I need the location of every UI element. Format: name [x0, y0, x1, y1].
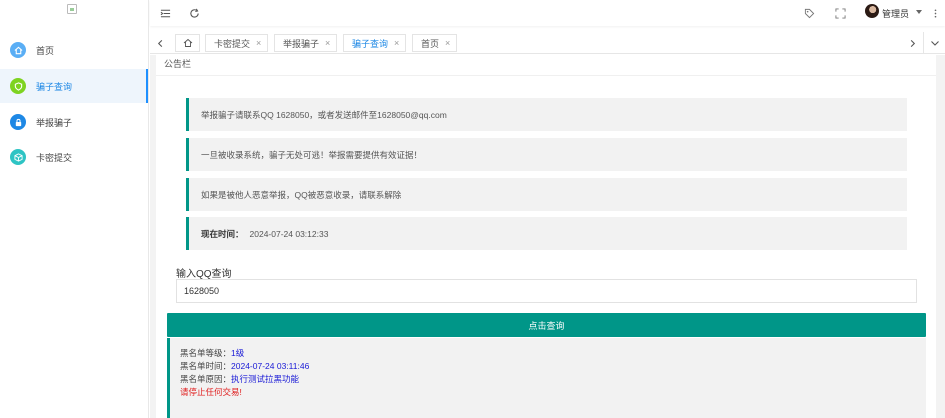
current-time-value: 2024-07-24 03:12:33 [249, 228, 329, 239]
notice-panel: 公告栏 举报骗子请联系QQ 1628050，或者发送邮件至1628050@qq.… [156, 55, 936, 418]
notice-text: 如果是被他人恶意举报，QQ被恶意收录，请联系解除 [201, 189, 402, 200]
divider [156, 75, 936, 76]
chevron-left-icon[interactable] [153, 36, 167, 50]
close-icon[interactable]: × [256, 38, 261, 48]
sidebar-item-label: 卡密提交 [36, 152, 73, 163]
close-icon[interactable]: × [325, 38, 330, 48]
close-icon[interactable]: × [445, 38, 450, 48]
query-result: 黑名单等级：1级 黑名单时间：2024-07-24 03:11:46 黑名单原因… [167, 338, 926, 418]
result-reason-value: 执行测试拉黑功能 [231, 374, 300, 384]
result-time-key: 黑名单时间： [180, 361, 232, 371]
tab-label: 卡密提交 [214, 38, 251, 49]
more-vertical-icon[interactable] [928, 6, 942, 20]
menu-fold-icon[interactable] [158, 6, 172, 20]
fullscreen-icon[interactable] [833, 6, 847, 20]
caret-down-icon[interactable] [916, 10, 922, 14]
query-button[interactable]: 点击查询 [167, 313, 926, 337]
sidebar: 首页 骗子查询 举报骗子 卡密提交 [0, 0, 149, 418]
result-level-row: 黑名单等级：1级 [180, 347, 926, 360]
result-reason-row: 黑名单原因：执行测试拉黑功能 [180, 373, 926, 386]
tab-label: 举报骗子 [283, 38, 320, 49]
result-reason-key: 黑名单原因： [180, 374, 232, 384]
home-icon [183, 38, 192, 47]
chevron-right-icon[interactable] [905, 36, 919, 50]
result-time-row: 黑名单时间：2024-07-24 03:11:46 [180, 360, 926, 373]
panel-title: 公告栏 [164, 59, 192, 69]
sidebar-item-label: 骗子查询 [36, 81, 73, 92]
lock-icon [10, 114, 26, 130]
sidebar-item-card-submit[interactable]: 卡密提交 [0, 140, 148, 174]
top-bar: 管理员 [150, 0, 945, 26]
avatar[interactable] [865, 4, 879, 18]
notice-item: 一旦被收录系统，骗子无处可逃！举报需要提供有效证据！ [186, 138, 907, 171]
tab-home[interactable] [175, 34, 200, 52]
close-icon[interactable]: × [394, 38, 399, 48]
notice-item: 如果是被他人恶意举报，QQ被恶意收录，请联系解除 [186, 178, 907, 211]
result-level-value: 1级 [231, 348, 245, 358]
sidebar-item-home[interactable]: 首页 [0, 33, 148, 67]
cube-icon [10, 149, 26, 165]
tab-report-scammer[interactable]: 举报骗子 × [274, 34, 338, 52]
current-time-notice: 现在时间： 2024-07-24 03:12:33 [186, 217, 907, 250]
user-name[interactable]: 管理员 [882, 7, 909, 20]
logo-image [67, 4, 77, 14]
query-label: 输入QQ查询 [176, 269, 232, 280]
notice-item: 举报骗子请联系QQ 1628050，或者发送邮件至1628050@qq.com [186, 98, 907, 131]
tab-label: 首页 [421, 38, 440, 49]
sidebar-item-label: 首页 [36, 45, 55, 56]
tag-icon[interactable] [802, 6, 816, 20]
tab-scammer-query[interactable]: 骗子查询 × [343, 34, 407, 52]
shield-icon [10, 78, 26, 94]
notice-text: 举报骗子请联系QQ 1628050，或者发送邮件至1628050@qq.com [201, 109, 447, 120]
sidebar-item-report-scammer[interactable]: 举报骗子 [0, 105, 148, 139]
result-warning: 请停止任何交易! [180, 387, 242, 397]
notice-text: 一旦被收录系统，骗子无处可逃！举报需要提供有效证据！ [201, 149, 423, 160]
qq-query-input[interactable] [176, 279, 917, 303]
current-time-label: 现在时间： [201, 228, 244, 239]
tab-home-page[interactable]: 首页 × [412, 34, 458, 52]
main-content: 公告栏 举报骗子请联系QQ 1628050，或者发送邮件至1628050@qq.… [150, 55, 945, 418]
result-time-value: 2024-07-24 03:11:46 [231, 361, 310, 371]
refresh-icon[interactable] [187, 6, 201, 20]
tabs-more-button[interactable] [923, 32, 945, 54]
home-icon [10, 42, 26, 58]
tab-label: 骗子查询 [352, 38, 389, 49]
tab-card-submit[interactable]: 卡密提交 × [205, 34, 269, 52]
result-level-key: 黑名单等级： [180, 348, 232, 358]
chevron-down-icon [930, 41, 939, 46]
sidebar-item-scammer-query[interactable]: 骗子查询 [0, 69, 148, 103]
tabs-bar: 卡密提交 × 举报骗子 × 骗子查询 × 首页 × [150, 32, 945, 54]
sidebar-item-label: 举报骗子 [36, 117, 73, 128]
